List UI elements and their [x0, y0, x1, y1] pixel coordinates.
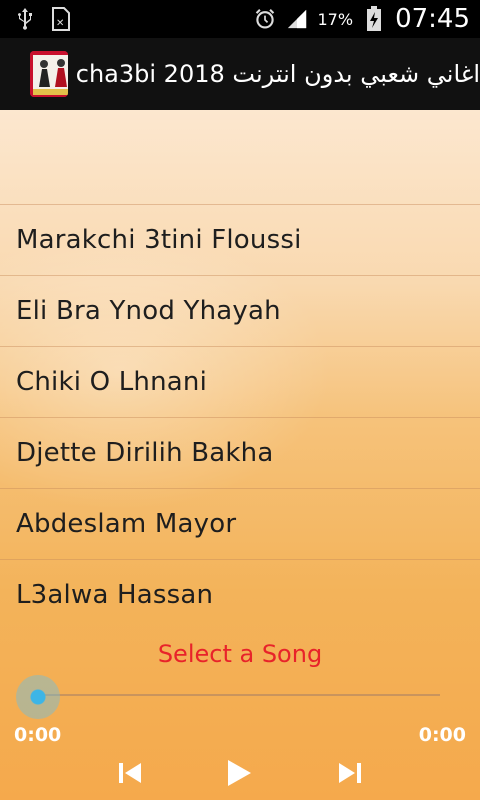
song-item[interactable]: Marakchi 3tini Floussi: [0, 204, 480, 275]
previous-icon[interactable]: [112, 756, 148, 790]
content-area: Marakchi 3tini Floussi Eli Bra Ynod Yhay…: [0, 110, 480, 800]
signal-icon: [286, 6, 308, 32]
app-logo-icon[interactable]: [30, 51, 68, 97]
alarm-icon: [254, 6, 276, 32]
song-item[interactable]: Chiki O Lhnani: [0, 346, 480, 417]
seek-bar[interactable]: [38, 694, 440, 696]
app-title: cha3bi 2018 اغاني شعبي بدون انترنت: [75, 60, 480, 88]
seek-thumb[interactable]: [16, 675, 60, 719]
song-item[interactable]: Abdeslam Mayor: [0, 488, 480, 559]
next-icon[interactable]: [332, 756, 368, 790]
clock: 07:45: [395, 4, 470, 34]
action-bar: cha3bi 2018 اغاني شعبي بدون انترنت: [0, 38, 480, 110]
elapsed-time: 0:00: [14, 724, 62, 746]
song-item[interactable]: Djette Dirilih Bakha: [0, 417, 480, 488]
usb-icon: [14, 6, 36, 32]
song-item[interactable]: L3alwa Hassan: [0, 559, 480, 630]
song-list: Marakchi 3tini Floussi Eli Bra Ynod Yhay…: [0, 204, 480, 630]
battery-charging-icon: [363, 6, 385, 32]
status-bar: ✕ 17% 07:45: [0, 0, 480, 38]
svg-text:✕: ✕: [56, 18, 64, 29]
battery-percent: 17%: [317, 9, 354, 29]
play-icon[interactable]: [220, 756, 256, 790]
total-time: 0:00: [418, 724, 466, 746]
song-item[interactable]: Eli Bra Ynod Yhayah: [0, 275, 480, 346]
sim-icon: ✕: [50, 6, 72, 32]
player-status: Select a Song: [157, 640, 323, 668]
